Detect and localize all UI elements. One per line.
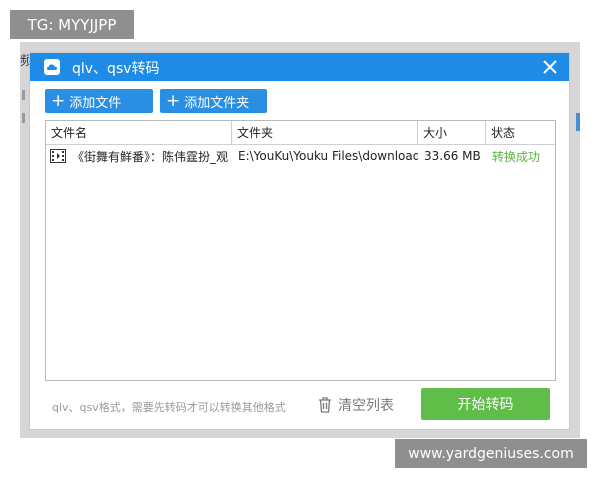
table-header: 文件名 文件夹 大小 状态 [46,121,555,145]
add-folder-button[interactable]: + 添加文件夹 [160,89,267,113]
dialog-titlebar: qlv、qsv转码 [30,53,569,81]
watermark-bottom-right: www.yardgeniuses.com [395,439,587,468]
add-folder-label: 添加文件夹 [184,95,250,111]
cloud-icon [44,59,60,75]
clear-list-button[interactable]: 清空列表 [318,394,394,416]
add-file-button[interactable]: + 添加文件 [45,89,153,113]
table-row[interactable]: 《街舞有鲜番》：陈伟霆扮_观 E:\YouKu\Youku Files\down… [46,145,555,167]
background-line [22,90,25,100]
column-header-status[interactable]: 状态 [486,121,555,144]
cell-file-name: 《街舞有鲜番》：陈伟霆扮_观 [72,149,229,164]
dialog-title: qlv、qsv转码 [72,61,160,77]
background-accent [576,113,580,131]
start-transcode-label: 开始转码 [457,397,514,413]
plus-icon: + [51,90,66,111]
cell-folder: E:\YouKu\Youku Files\download [238,149,418,163]
watermark-top-left: TG: MYYJJPP [10,10,134,39]
start-transcode-button[interactable]: 开始转码 [421,388,550,420]
cell-status: 转换成功 [492,149,541,164]
transcode-dialog: qlv、qsv转码 + 添加文件 + 添加文件夹 文件名 文件夹 大小 状态 《… [29,52,570,430]
column-header-size[interactable]: 大小 [418,121,486,144]
format-hint: qlv、qsv格式，需要先转码才可以转换其他格式 [52,401,286,414]
background-line [22,113,25,123]
clear-list-label: 清空列表 [338,398,394,414]
plus-icon: + [166,90,181,111]
column-header-folder[interactable]: 文件夹 [232,121,418,144]
add-file-label: 添加文件 [69,95,122,111]
video-file-icon [50,149,66,163]
close-icon [543,60,557,74]
close-button[interactable] [539,56,561,78]
trash-icon [319,397,331,413]
cell-size: 33.66 MB [424,149,481,163]
column-header-name[interactable]: 文件名 [46,121,232,144]
file-table: 文件名 文件夹 大小 状态 《街舞有鲜番》：陈伟霆扮_观 E:\YouKu\Yo… [45,120,556,381]
